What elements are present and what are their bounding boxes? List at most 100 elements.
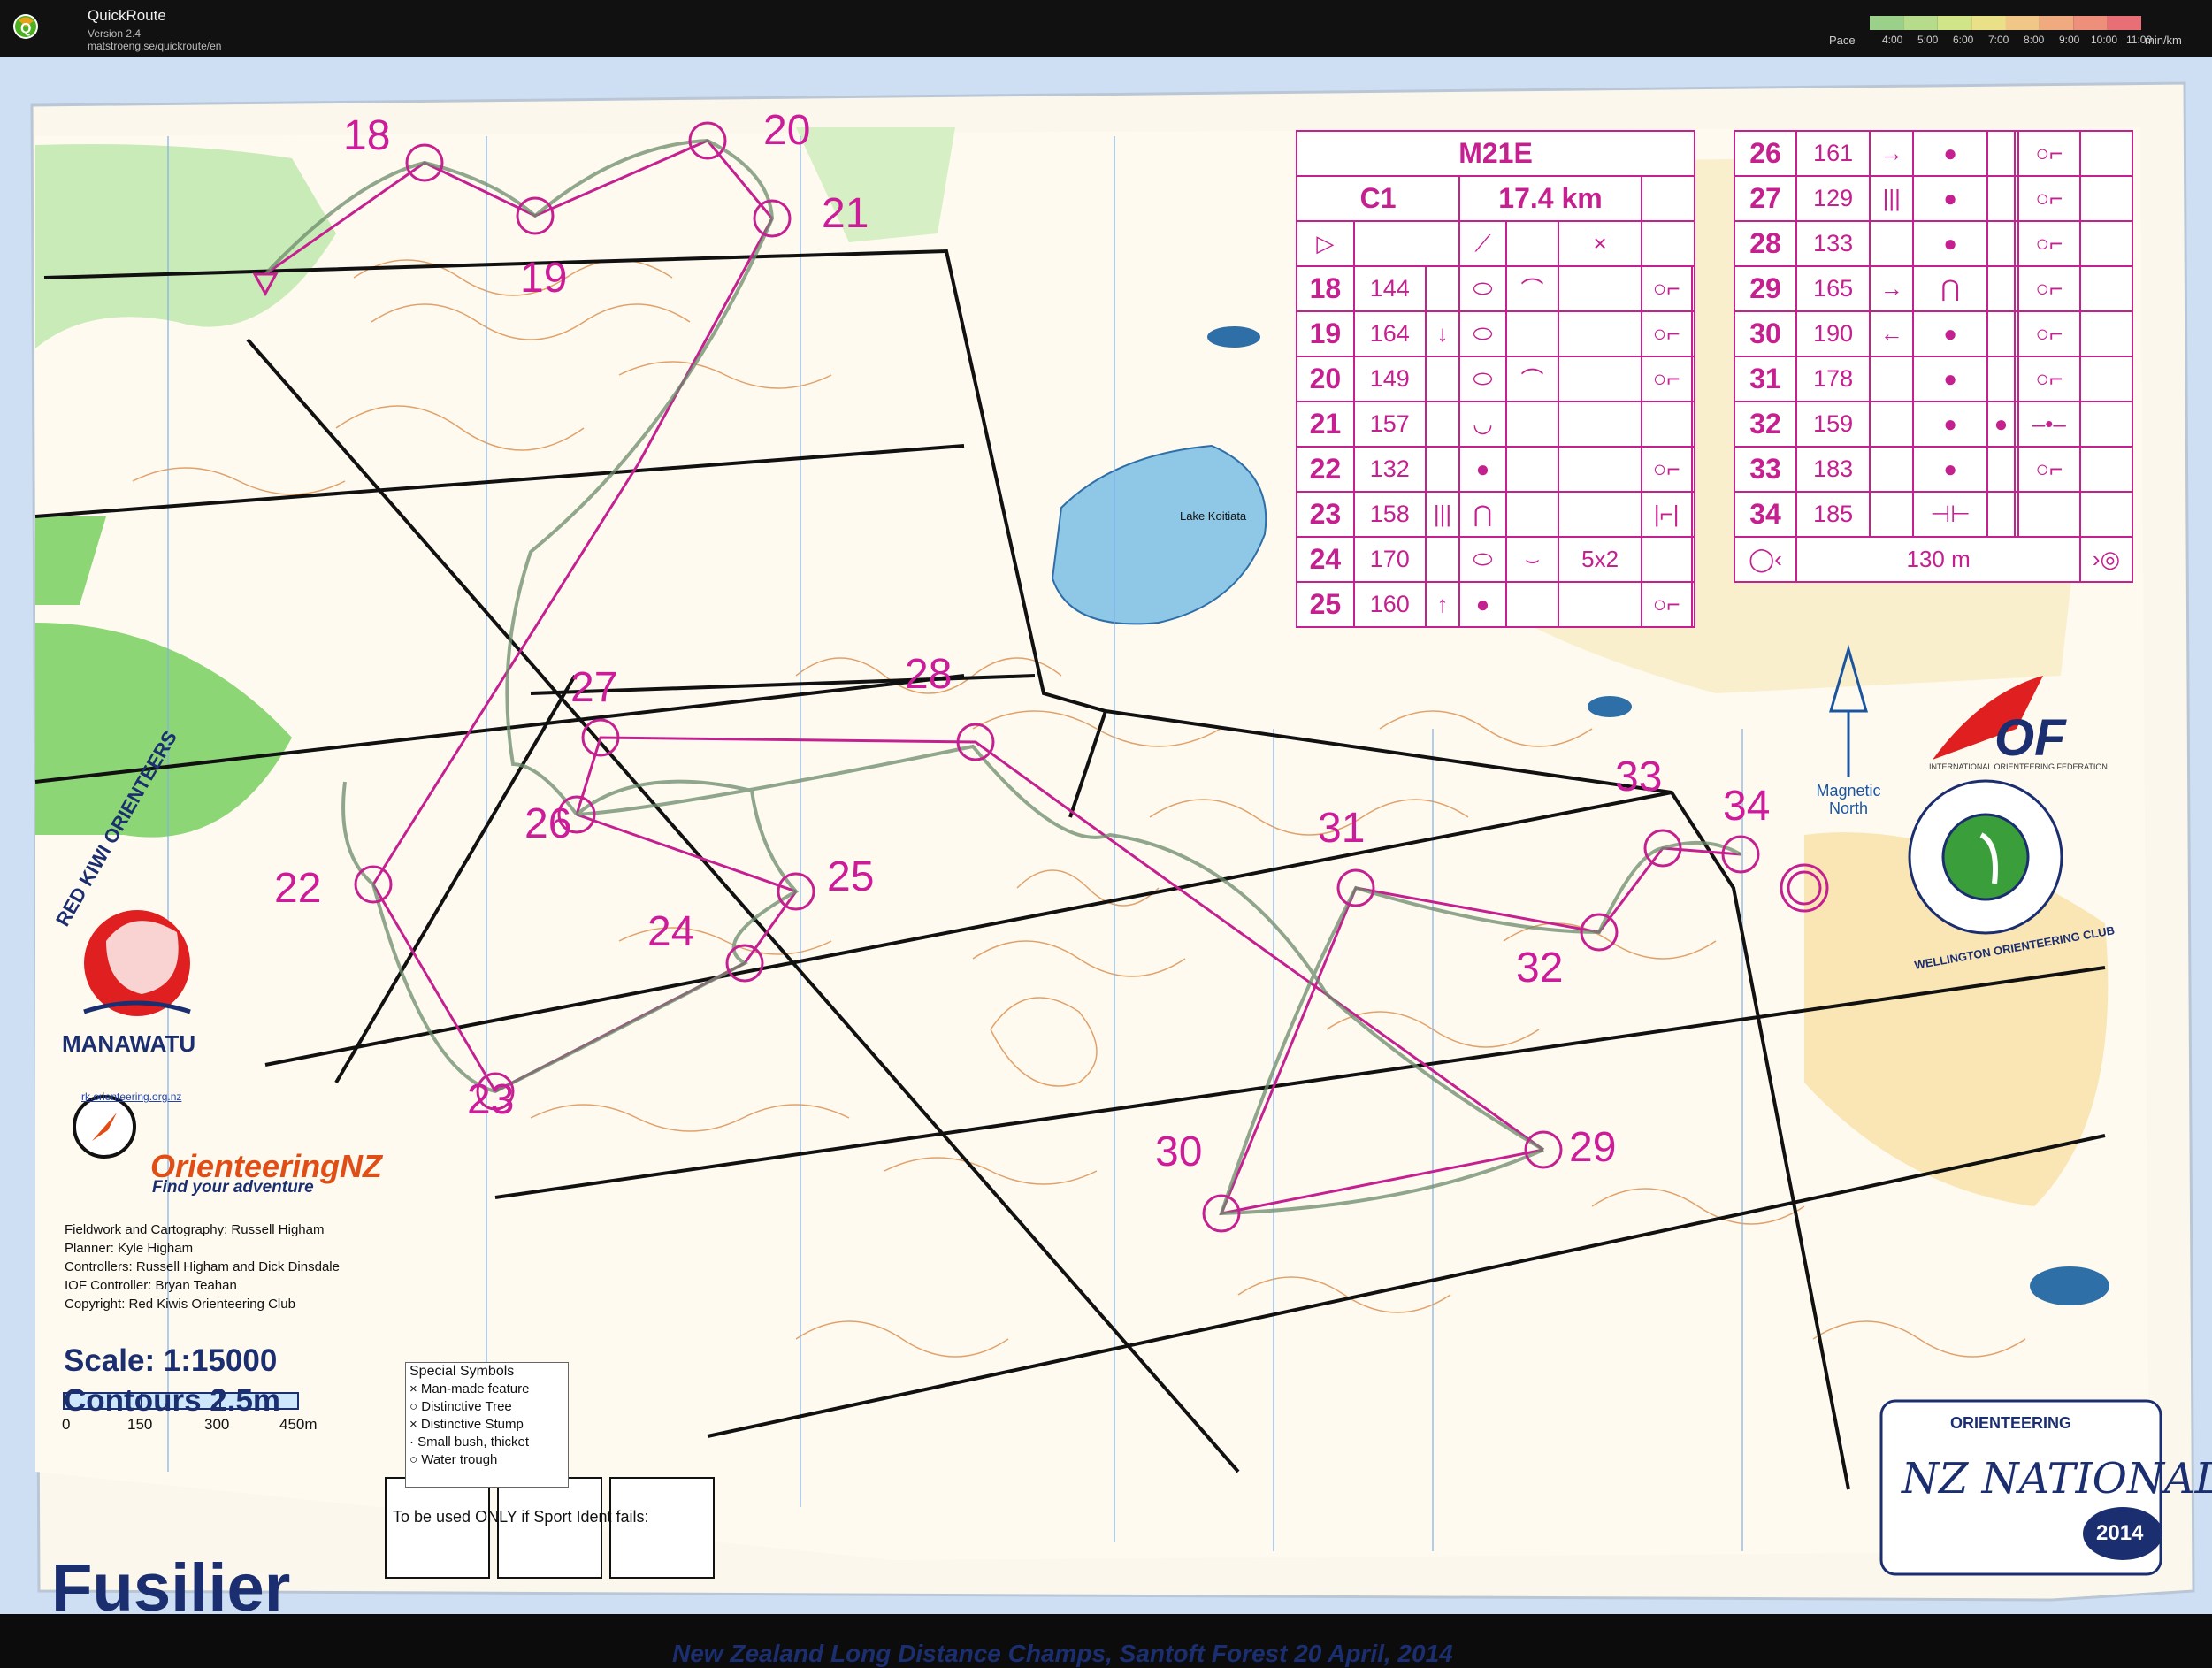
control-number: 18 bbox=[343, 112, 391, 159]
control-number: 29 bbox=[1569, 1124, 1617, 1171]
wellington-club-logo bbox=[1908, 779, 2063, 935]
feature-detail-symbol bbox=[1986, 356, 2017, 402]
feature-symbol: ● bbox=[1458, 446, 1507, 493]
control-number: 31 bbox=[1318, 805, 1366, 852]
control-number-cell: 25 bbox=[1296, 581, 1355, 628]
feature-detail-symbol: ⌣ bbox=[1504, 536, 1560, 583]
svg-text:Q: Q bbox=[20, 21, 31, 36]
control-number: 26 bbox=[524, 800, 572, 847]
start-cross-symbol: × bbox=[1558, 220, 1642, 267]
event-footer: New Zealand Long Distance Champs, Santof… bbox=[672, 1640, 1453, 1667]
location-symbol: ○⌐ bbox=[2017, 446, 2082, 493]
extra-cell bbox=[1690, 536, 1696, 583]
finish-distance: 130 m bbox=[1795, 536, 2082, 583]
location-symbol: |⌐| bbox=[1640, 491, 1693, 538]
special-symbol-item: ○ Water trough bbox=[409, 1452, 498, 1467]
extra-cell bbox=[2079, 401, 2133, 448]
location-symbol: ○⌐ bbox=[1640, 310, 1693, 357]
special-symbol-item: × Distinctive Stump bbox=[409, 1417, 524, 1432]
extra-cell bbox=[2079, 446, 2133, 493]
start-feature-symbol: ⟋ bbox=[1458, 220, 1507, 267]
dimension-cell bbox=[1558, 310, 1642, 357]
direction-symbol bbox=[1869, 356, 1915, 402]
manawatu-url[interactable]: rk.orienteering.org.nz bbox=[81, 1090, 181, 1103]
control-number-cell: 34 bbox=[1733, 491, 1798, 538]
feature-detail-symbol bbox=[1504, 491, 1560, 538]
control-number: 24 bbox=[647, 908, 695, 955]
pace-ticks: 4:00 5:00 6:00 7:00 8:00 9:00 10:00 11:0… bbox=[1882, 34, 2165, 48]
location-symbol: ○⌐ bbox=[1640, 446, 1693, 493]
control-number: 22 bbox=[274, 865, 322, 912]
sport-ident-note: To be used ONLY if Sport Ident fails: bbox=[393, 1508, 649, 1526]
extra-cell bbox=[1690, 446, 1696, 493]
map-canvas[interactable]: OF M21E C1 17.4 km ▷ ⟋ × 18 144 ⬭ ⌒ ○⌐ 1… bbox=[0, 57, 2212, 1667]
control-number-cell: 29 bbox=[1733, 265, 1798, 312]
location-symbol bbox=[1640, 401, 1693, 448]
extra-cell bbox=[1690, 310, 1696, 357]
description-rows-right: 26 161 → ● ○⌐ 27 129 ||| ● ○⌐ 28 133 ● ○⌐ 29 165 → ⋂ ○⌐ 30 1… bbox=[1733, 130, 2133, 538]
pace-swatch bbox=[1870, 16, 1904, 30]
description-row: 29 165 → ⋂ ○⌐ bbox=[1733, 265, 2133, 312]
dimension-cell: 5x2 bbox=[1558, 536, 1642, 583]
scale-bar-label: 150 bbox=[127, 1416, 153, 1433]
pace-tick: 9:00 bbox=[2059, 34, 2080, 46]
control-code-cell: 161 bbox=[1795, 130, 1871, 177]
feature-symbol: ● bbox=[1912, 401, 1988, 448]
extra-cell bbox=[2079, 130, 2133, 177]
pace-swatch bbox=[2073, 16, 2108, 30]
description-row: 24 170 ⬭ ⌣ 5x2 bbox=[1296, 536, 1696, 583]
control-code-cell: 157 bbox=[1352, 401, 1427, 448]
description-row: 28 133 ● ○⌐ bbox=[1733, 220, 2133, 267]
location-symbol: ○⌐ bbox=[1640, 581, 1693, 628]
feature-detail-symbol bbox=[1986, 175, 2017, 222]
control-number: 19 bbox=[520, 255, 568, 302]
direction-symbol bbox=[1869, 491, 1915, 538]
pace-swatch bbox=[2107, 16, 2141, 30]
finish-start-icon: ◯‹ bbox=[1733, 536, 1798, 583]
location-symbol: ○⌐ bbox=[1640, 356, 1693, 402]
location-symbol: ○⌐ bbox=[2017, 356, 2082, 402]
feature-detail-symbol bbox=[1504, 581, 1560, 628]
extra-cell bbox=[2079, 356, 2133, 402]
onz-compass-icon bbox=[73, 1095, 136, 1159]
pace-tick: 6:00 bbox=[1953, 34, 1974, 46]
control-number-cell: 28 bbox=[1733, 220, 1798, 267]
control-code-cell: 190 bbox=[1795, 310, 1871, 357]
description-row: 20 149 ⬭ ⌒ ○⌐ bbox=[1296, 356, 1696, 402]
description-rows-left: 18 144 ⬭ ⌒ ○⌐ 19 164 ↓ ⬭ ○⌐ 20 149 ⬭ ⌒ ○⌐ 21 157 ◡ 22 132 ● ○… bbox=[1296, 265, 1696, 628]
extra-cell bbox=[2079, 265, 2133, 312]
control-number: 34 bbox=[1723, 783, 1771, 830]
start-triangle-icon: ▷ bbox=[1296, 220, 1355, 267]
feature-detail-symbol bbox=[1504, 310, 1560, 357]
extra-cell bbox=[1690, 491, 1696, 538]
control-code-cell: 129 bbox=[1795, 175, 1871, 222]
pace-color-legend bbox=[1870, 16, 2141, 30]
dimension-cell bbox=[1558, 581, 1642, 628]
description-class: M21E bbox=[1296, 130, 1695, 177]
pace-swatch bbox=[2005, 16, 2040, 30]
feature-detail-symbol bbox=[1986, 130, 2017, 177]
control-code-cell: 132 bbox=[1352, 446, 1427, 493]
app-url[interactable]: matstroeng.se/quickroute/en bbox=[88, 40, 221, 52]
description-row: 27 129 ||| ● ○⌐ bbox=[1733, 175, 2133, 222]
control-number-cell: 20 bbox=[1296, 356, 1355, 402]
feature-detail-symbol: ⌒ bbox=[1504, 356, 1560, 402]
direction-symbol: → bbox=[1869, 130, 1915, 177]
dimension-cell bbox=[1558, 265, 1642, 312]
dimension-cell bbox=[1558, 446, 1642, 493]
direction-symbol: ||| bbox=[1424, 491, 1461, 538]
event-name: Fusilier bbox=[51, 1550, 291, 1626]
direction-symbol bbox=[1424, 265, 1461, 312]
description-row: 26 161 → ● ○⌐ bbox=[1733, 130, 2133, 177]
magnetic-north-label: Magnetic North bbox=[1816, 782, 1881, 817]
location-symbol: ○⌐ bbox=[2017, 220, 2082, 267]
control-number: 28 bbox=[905, 651, 953, 698]
feature-symbol: ⬭ bbox=[1458, 265, 1507, 312]
direction-symbol bbox=[1424, 356, 1461, 402]
control-number-cell: 27 bbox=[1733, 175, 1798, 222]
control-code-cell: 185 bbox=[1795, 491, 1871, 538]
control-code-cell: 183 bbox=[1795, 446, 1871, 493]
special-symbols-legend: Special Symbols × Man-made feature ○ Dis… bbox=[405, 1362, 569, 1488]
control-number: 21 bbox=[822, 190, 869, 237]
location-symbol: ○⌐ bbox=[2017, 310, 2082, 357]
